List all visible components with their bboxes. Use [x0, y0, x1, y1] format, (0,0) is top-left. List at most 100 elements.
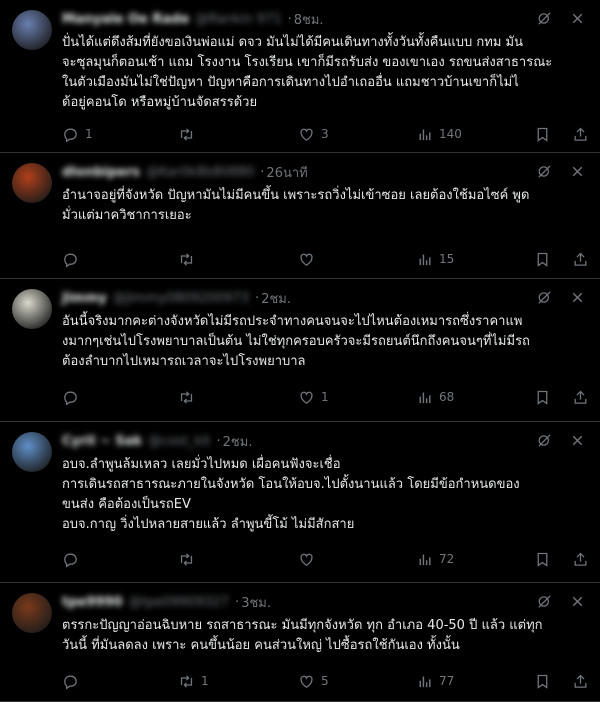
grok-icon[interactable]	[536, 593, 553, 610]
retweet-button[interactable]	[178, 251, 201, 268]
retweet-button[interactable]	[178, 389, 201, 406]
views-button[interactable]: 15	[416, 251, 454, 268]
views-button[interactable]: 68	[416, 389, 454, 406]
timestamp[interactable]: 26นาที	[266, 162, 307, 183]
share-button[interactable]	[572, 551, 589, 568]
like-button[interactable]: 1	[298, 389, 329, 406]
reply-tweet[interactable]: Jimmy @Jimmy0809200973 · 2ชม. อันนี้จริงมากค…	[0, 279, 600, 422]
tweet-top-actions	[536, 10, 586, 27]
bookmark-button[interactable]	[534, 126, 551, 143]
user-handle[interactable]: @Kar0k8b80880	[146, 165, 254, 180]
like-icon	[298, 251, 315, 268]
reply-button[interactable]	[62, 389, 85, 406]
display-name[interactable]: Cyril ~ Sak	[62, 434, 142, 449]
grok-icon[interactable]	[536, 163, 553, 180]
tweet-text-line: ในตัวเมืองมันไม่ใช่ปัญหา ปัญหาคือการเดิน…	[62, 75, 519, 90]
grok-icon[interactable]	[536, 432, 553, 449]
like-button[interactable]	[298, 251, 321, 268]
like-count: 5	[321, 674, 329, 688]
tweet-header: Jimmy @Jimmy0809200973 · 2ชม.	[62, 288, 584, 308]
reply-icon	[62, 673, 79, 690]
views-count: 15	[439, 252, 455, 266]
bookmark-button[interactable]	[534, 251, 551, 268]
like-button[interactable]: 3	[298, 126, 329, 143]
like-button[interactable]	[298, 551, 321, 568]
tweet-text-line: อบจ.ลำพูนล้มเหลว เลยมั่วไปหมด เผื่อคนฟัง…	[62, 457, 341, 472]
display-name[interactable]: Jimmy	[62, 291, 107, 306]
grok-icon[interactable]	[536, 289, 553, 306]
like-button[interactable]: 5	[298, 673, 329, 690]
separator-dot: ·	[235, 594, 240, 610]
tweet-text-line: มั่วแต่มาควิชาการเยอะ	[62, 208, 192, 223]
tweet-text: อันนี้จริงมากคะต่างจังหวัดไม่มีรถประจำทา…	[62, 312, 582, 372]
user-handle[interactable]: @cool_kit	[148, 434, 210, 449]
views-button[interactable]: 140	[416, 126, 462, 143]
tweet-text-line: ตรรกะปัญญาอ่อนฉิบหาย รถสาธารณะ มันมีทุกจ…	[62, 618, 543, 633]
timestamp[interactable]: 2ชม.	[223, 431, 253, 452]
more-icon[interactable]	[569, 432, 586, 449]
avatar[interactable]	[12, 289, 52, 329]
share-icon	[572, 251, 589, 268]
retweet-count: 1	[201, 674, 209, 688]
bookmark-button[interactable]	[534, 389, 551, 406]
tweet-header: Cyril ~ Sak @cool_kit · 2ชม.	[62, 431, 584, 451]
avatar[interactable]	[12, 432, 52, 472]
avatar[interactable]	[12, 593, 52, 633]
share-button[interactable]	[572, 673, 589, 690]
reply-button[interactable]	[62, 251, 85, 268]
display-name[interactable]: dlonbipers	[62, 165, 140, 180]
reply-feed: Manyale Oe Rade @Rankin 971 · 8ชม. ปั่นได้แต…	[0, 0, 600, 702]
share-button[interactable]	[572, 126, 589, 143]
views-button[interactable]: 72	[416, 551, 454, 568]
user-handle[interactable]: @tpe09909327	[129, 595, 230, 610]
tweet-top-actions	[536, 289, 586, 306]
tweet-text-line: อันนี้จริงมากคะต่างจังหวัดไม่มีรถประจำทา…	[62, 314, 523, 329]
share-button[interactable]	[572, 251, 589, 268]
more-icon[interactable]	[569, 593, 586, 610]
reply-icon	[62, 389, 79, 406]
tweet-top-actions	[536, 432, 586, 449]
tweet-text-line: งมากๆเช่นไปโรงพยาบาลเป็นต้น ไม่ใช่ทุกครอ…	[62, 334, 530, 349]
reply-tweet[interactable]: Cyril ~ Sak @cool_kit · 2ชม. อบจ.ลำพูนล้มเหล…	[0, 422, 600, 583]
display-name[interactable]: Manyale Oe Rade	[62, 12, 189, 27]
bookmark-button[interactable]	[534, 551, 551, 568]
retweet-button[interactable]: 1	[178, 673, 209, 690]
tweet-text-line: ขนส่ง คือต้องเป็นรถEV	[62, 497, 191, 512]
user-handle[interactable]: @Rankin 971	[195, 12, 281, 27]
action-bar: 1 5 77	[62, 671, 589, 691]
like-count: 3	[321, 127, 329, 141]
retweet-button[interactable]	[178, 126, 201, 143]
tweet-text-line: ด้อยู่คอนโด หรือหมู่บ้านจัดสรรด้วย	[62, 95, 258, 110]
timestamp[interactable]: 2ชม.	[261, 288, 291, 309]
tweet-text: อบจ.ลำพูนล้มเหลว เลยมั่วไปหมด เผื่อคนฟัง…	[62, 455, 582, 535]
grok-icon[interactable]	[536, 10, 553, 27]
timestamp[interactable]: 3ชม.	[241, 592, 271, 613]
tweet-header: dlonbipers @Kar0k8b80880 · 26นาที	[62, 162, 584, 182]
reply-button[interactable]: 1	[62, 126, 93, 143]
user-handle[interactable]: @Jimmy0809200973	[113, 291, 249, 306]
bookmark-icon	[534, 126, 551, 143]
share-button[interactable]	[572, 389, 589, 406]
retweet-button[interactable]	[178, 551, 201, 568]
separator-dot: ·	[260, 164, 265, 180]
share-icon	[572, 126, 589, 143]
avatar[interactable]	[12, 163, 52, 203]
reply-icon	[62, 126, 79, 143]
views-count: 72	[439, 552, 455, 566]
more-icon[interactable]	[569, 289, 586, 306]
more-icon[interactable]	[569, 10, 586, 27]
timestamp[interactable]: 8ชม.	[294, 9, 324, 30]
tweet-header: Manyale Oe Rade @Rankin 971 · 8ชม.	[62, 9, 584, 29]
bookmark-button[interactable]	[534, 673, 551, 690]
more-icon[interactable]	[569, 163, 586, 180]
display-name[interactable]: tpe9990	[62, 595, 123, 610]
reply-button[interactable]	[62, 673, 85, 690]
avatar[interactable]	[12, 10, 52, 50]
views-button[interactable]: 77	[416, 673, 454, 690]
reply-tweet[interactable]: Manyale Oe Rade @Rankin 971 · 8ชม. ปั่นได้แต…	[0, 0, 600, 153]
action-bar: 15	[62, 249, 589, 269]
views-icon	[416, 126, 433, 143]
reply-button[interactable]	[62, 551, 85, 568]
reply-tweet[interactable]: tpe9990 @tpe09909327 · 3ชม. ตรรกะปัญญาอ่อนฉิ…	[0, 583, 600, 702]
reply-tweet[interactable]: dlonbipers @Kar0k8b80880 · 26นาที อำนาจอยู่ท…	[0, 153, 600, 279]
